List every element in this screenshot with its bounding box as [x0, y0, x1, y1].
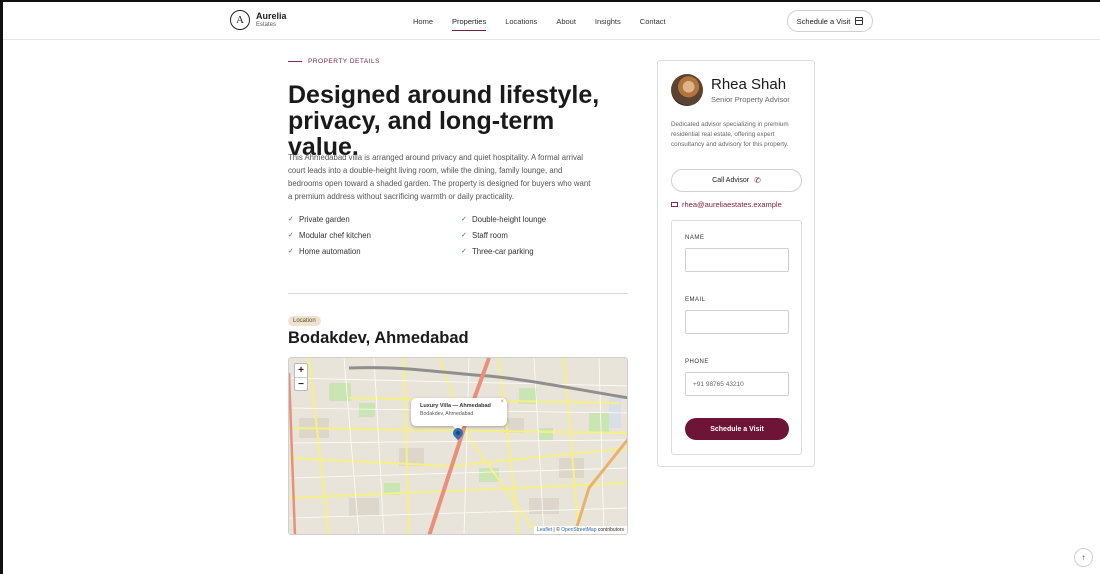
feature-label: Modular chef kitchen: [299, 230, 371, 240]
calendar-icon: [855, 17, 864, 25]
check-icon: ✓: [461, 216, 467, 223]
leaflet-link[interactable]: Leaflet: [537, 527, 552, 533]
scroll-to-top-button[interactable]: ↑: [1074, 548, 1093, 567]
avatar: [671, 74, 703, 106]
feature-label: Three-car parking: [472, 246, 534, 256]
phone-icon: ✆: [754, 176, 761, 185]
eyebrow-label: PROPERTY DETAILS: [308, 58, 380, 65]
site-header: A Aurelia Estates Home Properties Locati…: [3, 2, 1100, 40]
location-map[interactable]: + − × Luxury Villa — Ahmedabad Bodakdev,…: [288, 357, 628, 535]
phone-field[interactable]: +91 98765 43210: [685, 372, 789, 396]
feature-list: ✓ Private garden ✓ Double-height lounge ✓ M…: [288, 214, 628, 256]
feature-item: ✓ Modular chef kitchen: [288, 230, 461, 240]
popup-title: Luxury Villa — Ahmedabad: [420, 403, 491, 409]
feature-item: ✓ Double-height lounge: [461, 214, 628, 224]
email-label: EMAIL: [685, 297, 706, 303]
advisor-email: rhea@aureliaestates.example: [682, 200, 782, 209]
page-headline: Designed around lifestyle, privacy, and …: [288, 81, 600, 161]
map-popup: × Luxury Villa — Ahmedabad Bodakdev, Ahm…: [411, 398, 507, 431]
header-schedule-visit-button[interactable]: Schedule a Visit: [787, 10, 873, 32]
nav-contact[interactable]: Contact: [640, 17, 666, 31]
advisor-name: Rhea Shah: [711, 76, 787, 93]
nav-properties[interactable]: Properties: [452, 17, 487, 31]
arrow-up-icon: ↑: [1081, 553, 1086, 562]
popup-close-icon[interactable]: ×: [500, 399, 504, 405]
feature-item: ✓ Three-car parking: [461, 246, 628, 256]
call-advisor-label: Call Advisor: [712, 177, 750, 184]
feature-item: ✓ Private garden: [288, 214, 461, 224]
nav-home[interactable]: Home: [413, 17, 433, 31]
check-icon: ✓: [288, 216, 294, 223]
feature-item: ✓ Home automation: [288, 246, 461, 256]
mail-icon: [671, 202, 678, 207]
feature-label: Double-height lounge: [472, 214, 547, 224]
check-icon: ✓: [461, 232, 467, 239]
visit-form: NAME EMAIL PHONE +91 98765 43210 Schedul…: [671, 220, 802, 455]
check-icon: ✓: [288, 248, 294, 255]
feature-label: Staff room: [472, 230, 508, 240]
advisor-email-link[interactable]: rhea@aureliaestates.example: [671, 200, 782, 209]
brand-name: Aurelia: [256, 11, 287, 21]
brand-sub: Estates: [256, 22, 277, 28]
map-zoom-control: + −: [294, 363, 308, 391]
logo-mark: A: [230, 10, 250, 30]
section-divider: [288, 293, 628, 294]
nav-insights[interactable]: Insights: [595, 17, 621, 31]
phone-label: PHONE: [685, 359, 709, 365]
location-title: Bodakdev, Ahmedabad: [288, 329, 469, 347]
main-nav: Home Properties Locations About Insights…: [413, 17, 685, 31]
brand-logo[interactable]: A Aurelia Estates: [230, 10, 287, 30]
call-advisor-button[interactable]: Call Advisor ✆: [671, 169, 802, 192]
attribution-separator: | ©: [552, 527, 562, 533]
check-icon: ✓: [288, 232, 294, 239]
header-cta-label: Schedule a Visit: [796, 16, 851, 26]
nav-locations[interactable]: Locations: [505, 17, 537, 31]
advisor-card: Rhea Shah Senior Property Advisor Dedica…: [657, 60, 815, 467]
name-label: NAME: [685, 235, 705, 241]
zoom-in-button[interactable]: +: [295, 364, 307, 377]
advisor-bio: Dedicated advisor specializing in premiu…: [671, 121, 789, 148]
property-description: This Ahmedabad villa is arranged around …: [288, 153, 591, 201]
feature-item: ✓ Staff room: [461, 230, 628, 240]
section-eyebrow: PROPERTY DETAILS: [288, 58, 380, 65]
eyebrow-rule: [288, 61, 302, 62]
advisor-role: Senior Property Advisor: [711, 95, 790, 104]
check-icon: ✓: [461, 248, 467, 255]
window-frame-left: [0, 0, 3, 574]
feature-label: Home automation: [299, 246, 361, 256]
nav-about[interactable]: About: [556, 17, 576, 31]
email-field[interactable]: [685, 310, 789, 334]
zoom-out-button[interactable]: −: [295, 377, 307, 390]
map-tiles: [289, 358, 627, 534]
popup-subtitle: Bodakdev, Ahmedabad: [420, 411, 474, 417]
attribution-tail: contributors: [596, 527, 624, 533]
osm-link[interactable]: OpenStreetMap: [561, 527, 596, 533]
map-attribution: Leaflet | © OpenStreetMap contributors: [534, 526, 627, 534]
logo-text: Aurelia Estates: [256, 11, 287, 29]
name-field[interactable]: [685, 248, 789, 272]
location-badge: Location: [288, 316, 321, 326]
schedule-visit-button[interactable]: Schedule a Visit: [685, 418, 789, 440]
feature-label: Private garden: [299, 214, 350, 224]
